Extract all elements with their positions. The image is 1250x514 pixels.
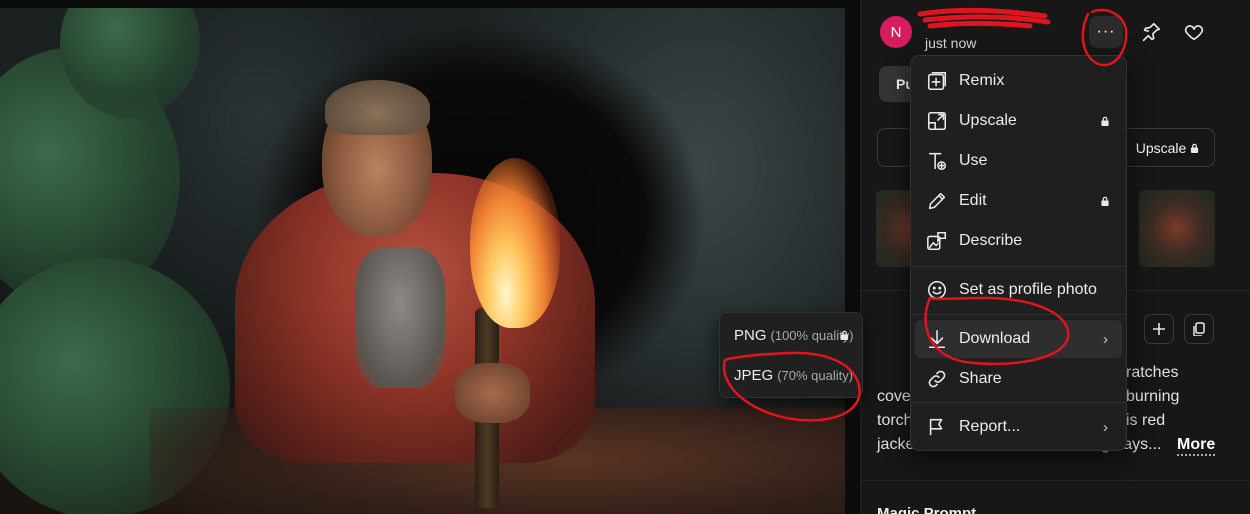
- magic-prompt-heading: Magic Prompt: [877, 505, 977, 514]
- menu-item-label: Upscale: [959, 112, 1017, 129]
- menu-item-label: Report...: [959, 418, 1021, 435]
- prompt-more-link[interactable]: More: [1177, 436, 1216, 456]
- lock-icon: [1101, 196, 1109, 206]
- menu-separator: [912, 266, 1127, 267]
- more-options-menu: Remix Upscale Use Edit Describe Set as p…: [910, 55, 1127, 451]
- menu-item-set-profile-photo[interactable]: Set as profile photo: [915, 271, 1122, 309]
- add-button[interactable]: [1144, 314, 1174, 344]
- menu-item-report[interactable]: Report... ›: [915, 408, 1122, 446]
- menu-item-label: Set as profile photo: [959, 281, 1097, 298]
- menu-item-label: Remix: [959, 72, 1005, 89]
- menu-separator: [912, 314, 1127, 315]
- upscale-button[interactable]: Upscale: [1120, 128, 1215, 167]
- thumbnail-4[interactable]: [1139, 190, 1215, 267]
- subject-hand: [455, 363, 530, 423]
- copy-icon: [1193, 322, 1205, 336]
- torch-flame: [470, 158, 560, 328]
- lock-icon: [840, 330, 849, 340]
- menu-item-edit[interactable]: Edit: [915, 182, 1122, 220]
- download-png-option[interactable]: PNG (100% quality): [725, 318, 859, 352]
- copy-button[interactable]: [1184, 314, 1214, 344]
- subject-hair: [325, 80, 430, 135]
- prompt-text-line: burning: [1126, 388, 1180, 405]
- menu-item-label: Edit: [959, 192, 987, 209]
- menu-item-label: Share: [959, 370, 1002, 387]
- quality-label: (70% quality): [777, 367, 854, 383]
- menu-item-remix[interactable]: Remix: [915, 62, 1122, 100]
- menu-item-label: Download: [959, 330, 1031, 347]
- chevron-right-icon: ›: [1103, 418, 1108, 436]
- remix-icon: [925, 69, 949, 93]
- prompt-text-fragment: cove: [877, 388, 911, 405]
- format-label: PNG: [734, 326, 767, 344]
- download-submenu: PNG (100% quality) JPEG (70% quality): [719, 312, 863, 398]
- menu-item-upscale[interactable]: Upscale: [915, 102, 1122, 140]
- timestamp: just now: [925, 35, 977, 51]
- menu-item-use[interactable]: Use: [915, 142, 1122, 180]
- download-icon: [925, 327, 949, 351]
- lock-icon: [1191, 143, 1199, 153]
- upscale-icon: [925, 109, 949, 133]
- ellipsis-icon: ···: [1096, 23, 1116, 40]
- menu-item-label: Use: [959, 152, 988, 169]
- menu-item-download[interactable]: Download ›: [915, 320, 1122, 358]
- menu-item-describe[interactable]: Describe: [915, 222, 1122, 260]
- prompt-text-line: ratches: [1126, 364, 1179, 381]
- like-button[interactable]: [1180, 18, 1208, 46]
- menu-item-share[interactable]: Share: [915, 360, 1122, 398]
- avatar[interactable]: N: [880, 16, 912, 48]
- flag-icon: [925, 415, 949, 439]
- pencil-icon: [925, 189, 949, 213]
- action-button-left[interactable]: [877, 128, 913, 167]
- prompt-text-fragment: jacke: [877, 436, 915, 453]
- use-text-icon: [925, 149, 949, 173]
- prompt-text-fragment: torch: [877, 412, 913, 429]
- menu-separator: [912, 402, 1127, 403]
- menu-item-label: Describe: [959, 232, 1023, 249]
- app-window: N just now ··· Pu Upscale ratches burnin…: [0, 0, 1250, 514]
- username-redacted: [925, 10, 1050, 24]
- chevron-right-icon: ›: [1103, 330, 1108, 348]
- plus-icon: [1153, 323, 1165, 335]
- format-label: JPEG: [734, 366, 774, 384]
- image-viewer: [0, 0, 860, 514]
- avatar-initial: N: [890, 23, 902, 41]
- more-options-button[interactable]: ···: [1089, 16, 1123, 48]
- download-jpeg-option[interactable]: JPEG (70% quality): [725, 358, 859, 392]
- panel-divider-2: [861, 480, 1250, 481]
- pin-icon: [1142, 22, 1161, 42]
- pin-button[interactable]: [1137, 18, 1165, 46]
- generated-image[interactable]: [0, 8, 845, 514]
- prompt-text-line: is red: [1126, 412, 1166, 429]
- upscale-button-label: Upscale: [1135, 139, 1187, 156]
- lock-icon: [1101, 116, 1109, 126]
- subject-shirt: [355, 248, 445, 388]
- heart-icon: [1184, 25, 1204, 41]
- smiley-icon: [925, 278, 949, 302]
- link-icon: [925, 367, 949, 391]
- describe-icon: [925, 229, 949, 253]
